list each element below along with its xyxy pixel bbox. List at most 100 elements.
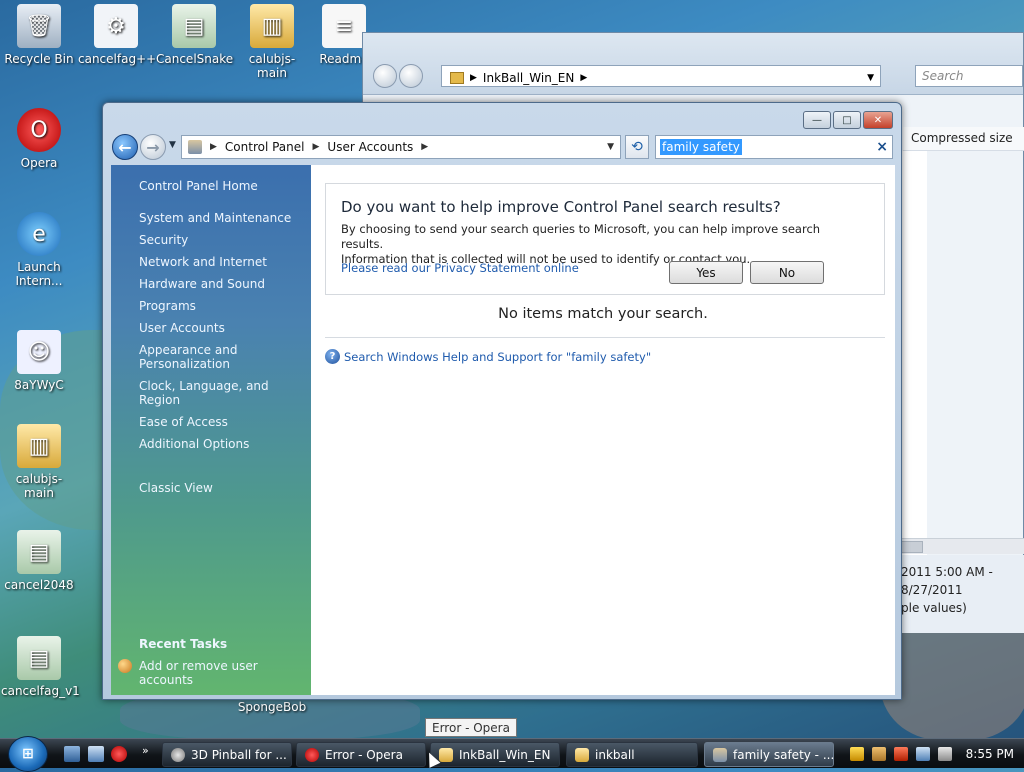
- sidebar-item-clock-language-region[interactable]: Clock, Language, and Region: [139, 379, 311, 407]
- no-results-message: No items match your search.: [498, 306, 708, 322]
- help-icon: ?: [325, 349, 340, 364]
- desktop-icon-cancelfag-v1[interactable]: ▤ cancelfag_v1: [1, 636, 80, 698]
- sidebar-item-appearance-and-personalization[interactable]: Appearance and Personalization: [139, 343, 259, 371]
- system-tray: 8:55 PM: [840, 739, 1024, 769]
- desktop-icon-opera[interactable]: O Opera: [1, 108, 77, 170]
- forward-button[interactable]: [399, 64, 423, 88]
- taskbar-button-inkball-folder[interactable]: InkBall_Win_EN: [430, 742, 560, 767]
- taskbar-button-label: family safety - ...: [733, 747, 834, 762]
- recent-pages-dropdown[interactable]: ▼: [169, 140, 176, 150]
- desktop-icon-internet-explorer[interactable]: e Launch Intern...: [1, 212, 77, 288]
- breadcrumb-arrow-icon[interactable]: ▶: [313, 142, 320, 152]
- yes-button[interactable]: Yes: [669, 261, 743, 284]
- desktop-icon-label: Recycle Bin: [4, 52, 74, 66]
- taskbar-button-inkball[interactable]: inkball: [566, 742, 698, 767]
- switch-windows-icon[interactable]: [88, 746, 104, 762]
- taskbar-button-pinball[interactable]: 3D Pinball for ...: [162, 742, 292, 767]
- desktop-icon-label: calubjs-main: [248, 52, 296, 80]
- desktop-icon-calubjs-main[interactable]: ▥ calubjs-main: [234, 4, 310, 80]
- back-button[interactable]: [373, 64, 397, 88]
- taskbar: ⊞ » 3D Pinball for ... Error - Opera Ink…: [0, 736, 1024, 772]
- search-query-selected[interactable]: family safety: [660, 139, 742, 155]
- breadcrumb-control-panel[interactable]: Control Panel: [225, 140, 305, 154]
- chevron-down-icon[interactable]: ▼: [607, 142, 614, 152]
- maximize-button[interactable]: □: [833, 111, 861, 129]
- breadcrumb-item[interactable]: InkBall_Win_EN: [483, 71, 574, 85]
- refresh-button[interactable]: ⟲: [625, 135, 649, 159]
- app-window-icon: ▤: [17, 636, 61, 680]
- sidebar-item-classic-view[interactable]: Classic View: [139, 481, 311, 495]
- breadcrumb-arrow-icon: ▶: [580, 72, 588, 83]
- close-button[interactable]: ✕: [863, 111, 893, 129]
- minimize-button[interactable]: —: [803, 111, 831, 129]
- desktop-icon-cancel2048[interactable]: ▤ cancel2048: [1, 530, 77, 592]
- pinball-icon: [171, 747, 185, 762]
- clock[interactable]: 8:55 PM: [966, 747, 1014, 761]
- horizontal-scrollbar[interactable]: [901, 538, 1024, 554]
- taskbar-button-family-safety[interactable]: family safety - ...: [704, 742, 834, 767]
- left-navigation-pane: Control Panel Home System and Maintenanc…: [111, 165, 311, 695]
- desktop-icon-label: Launch Intern...: [15, 260, 63, 288]
- desktop-icon-cancelsnake[interactable]: ▤ CancelSnake: [156, 4, 233, 66]
- sidebar-item-system-and-maintenance[interactable]: System and Maintenance: [139, 211, 311, 225]
- quicklaunch-overflow-icon[interactable]: »: [142, 744, 158, 760]
- desktop-icon-8aywyc[interactable]: ☺ 8aYWyC: [1, 330, 77, 392]
- user-accounts-icon[interactable]: [871, 747, 886, 761]
- taskbar-button-opera[interactable]: Error - Opera: [296, 742, 426, 767]
- column-header-compressed-size[interactable]: Compressed size: [903, 127, 1024, 151]
- zip-folder-icon: ▥: [250, 4, 294, 48]
- desktop-icon-label: 8aYWyC: [14, 378, 64, 392]
- privacy-statement-link[interactable]: Please read our Privacy Statement online: [341, 261, 579, 275]
- opera-icon: [305, 747, 319, 762]
- sidebar-item-additional-options[interactable]: Additional Options: [139, 437, 311, 451]
- desktop-icon-label: cancelfag++: [78, 52, 157, 66]
- desktop-icon-calubjs-main-2[interactable]: ▥ calubjs-main: [1, 424, 77, 500]
- sidebar-item-hardware-and-sound[interactable]: Hardware and Sound: [139, 277, 311, 291]
- security-shield-icon[interactable]: [849, 747, 864, 761]
- refresh-icon: ⟲: [631, 139, 643, 155]
- sidebar-item-network-and-internet[interactable]: Network and Internet: [139, 255, 311, 269]
- sidebar-item-control-panel-home[interactable]: Control Panel Home: [139, 179, 311, 193]
- chevron-down-icon[interactable]: ▼: [867, 73, 874, 83]
- folder-icon: [575, 747, 589, 762]
- help-search-link[interactable]: ? Search Windows Help and Support for "f…: [325, 349, 651, 364]
- breadcrumb-arrow-icon[interactable]: ▶: [421, 142, 428, 152]
- main-content: Do you want to help improve Control Pane…: [311, 165, 895, 695]
- sidebar-item-security[interactable]: Security: [139, 233, 311, 247]
- back-button[interactable]: ←: [112, 134, 138, 160]
- recent-tasks-heading: Recent Tasks: [139, 637, 228, 651]
- clear-search-icon[interactable]: ×: [876, 139, 888, 155]
- folder-icon: [450, 71, 464, 84]
- recent-task-add-remove-users[interactable]: Add or remove user accounts: [139, 659, 311, 687]
- search-input[interactable]: family safety ×: [655, 135, 893, 159]
- forward-button[interactable]: →: [140, 134, 166, 160]
- desktop-icon-cancelfag-plus[interactable]: ⚙ cancelfag++: [78, 4, 157, 66]
- scrollbar-thumb[interactable]: [901, 541, 923, 553]
- sidebar-item-user-accounts[interactable]: User Accounts: [139, 321, 311, 335]
- volume-muted-icon[interactable]: [937, 747, 952, 761]
- address-bar[interactable]: ▶ InkBall_Win_EN ▶ ▼: [441, 65, 881, 87]
- help-search-link-text[interactable]: Search Windows Help and Support for "fam…: [344, 350, 651, 364]
- no-button[interactable]: No: [750, 261, 824, 284]
- search-improvement-prompt: Do you want to help improve Control Pane…: [325, 183, 885, 295]
- sidebar-item-programs[interactable]: Programs: [139, 299, 311, 313]
- show-desktop-icon[interactable]: [64, 746, 80, 762]
- search-input[interactable]: Search: [915, 65, 1023, 87]
- breadcrumb-user-accounts[interactable]: User Accounts: [327, 140, 413, 154]
- details-pane: 2011 5:00 AM - 8/27/2011 ple values): [901, 555, 1024, 633]
- control-panel-window[interactable]: — □ ✕ ← → ▼ ▶ Control Panel ▶ User Accou…: [102, 102, 902, 700]
- user-accounts-icon: [118, 659, 132, 673]
- network-icon[interactable]: [915, 747, 930, 761]
- desktop-icon-recycle-bin[interactable]: 🗑 Recycle Bin: [1, 4, 77, 66]
- sidebar-item-ease-of-access[interactable]: Ease of Access: [139, 415, 311, 429]
- address-bar[interactable]: ▶ Control Panel ▶ User Accounts ▶ ▼: [181, 135, 621, 159]
- start-button[interactable]: ⊞: [8, 736, 48, 772]
- warning-icon[interactable]: [893, 747, 908, 761]
- forward-arrow-icon: →: [146, 137, 160, 157]
- desktop-icon-spongebob[interactable]: SpongeBob: [234, 700, 310, 714]
- opera-icon: O: [17, 108, 61, 152]
- folder-icon: [439, 747, 453, 762]
- details-values: ple values): [901, 601, 967, 615]
- opera-quicklaunch-icon[interactable]: [111, 746, 127, 762]
- breadcrumb-arrow-icon[interactable]: ▶: [210, 142, 217, 152]
